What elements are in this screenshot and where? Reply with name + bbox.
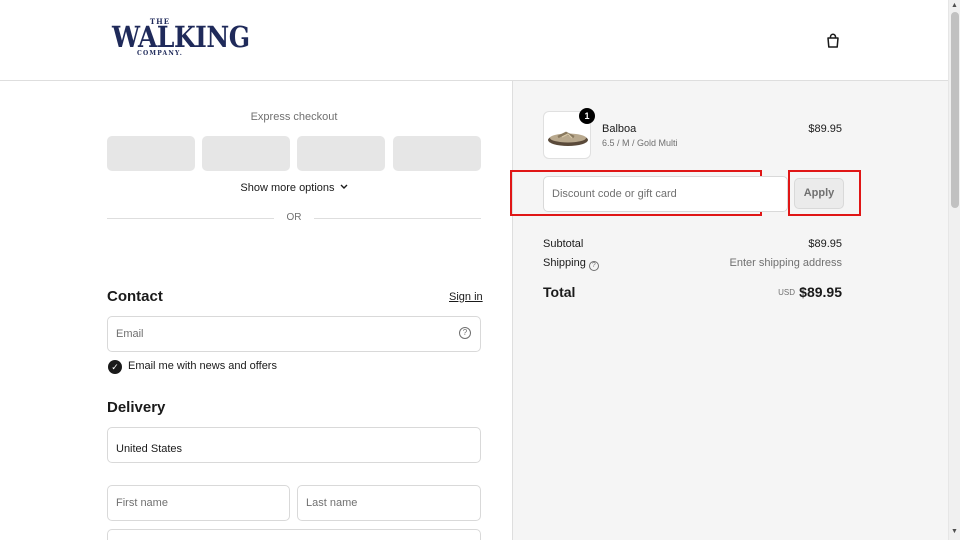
total-label: Total bbox=[543, 284, 576, 300]
delivery-heading: Delivery bbox=[107, 399, 166, 416]
shipping-label: Shipping bbox=[543, 257, 586, 269]
discount-placeholder: Discount code or gift card bbox=[552, 188, 677, 200]
product-variant: 6.5 / M / Gold Multi bbox=[602, 138, 678, 148]
sign-in-link[interactable]: Sign in bbox=[449, 291, 483, 303]
scroll-up-icon[interactable]: ▲ bbox=[951, 2, 958, 9]
subtotal-value: $89.95 bbox=[808, 238, 842, 250]
walking-company-logo[interactable]: THE WALKING COMPANY. bbox=[112, 18, 250, 62]
apply-button[interactable]: Apply bbox=[794, 178, 844, 209]
quantity-badge: 1 bbox=[579, 108, 595, 124]
or-divider: OR bbox=[107, 212, 481, 224]
express-checkout-label: Express checkout bbox=[250, 111, 338, 123]
country-select[interactable]: United States bbox=[107, 427, 481, 463]
shipping-row: Shipping? bbox=[543, 257, 599, 271]
help-icon[interactable]: ? bbox=[459, 327, 471, 339]
first-name-field[interactable]: First name bbox=[107, 485, 290, 521]
discount-code-input[interactable]: Discount code or gift card bbox=[543, 176, 788, 212]
order-summary: 1 Balboa 6.5 / M / Gold Multi $89.95 Dis… bbox=[510, 81, 948, 540]
subtotal-label: Subtotal bbox=[543, 238, 584, 250]
express-pay-button-2[interactable] bbox=[202, 136, 290, 171]
product-name: Balboa bbox=[602, 123, 637, 135]
first-name-placeholder: First name bbox=[116, 497, 168, 509]
logo-walking: WALKING bbox=[112, 20, 250, 55]
question-icon[interactable]: ? bbox=[588, 261, 599, 271]
chevron-down-icon bbox=[340, 184, 348, 189]
shipping-value: Enter shipping address bbox=[729, 257, 842, 269]
newsletter-label: Email me with news and offers bbox=[128, 360, 277, 372]
express-pay-button-3[interactable] bbox=[297, 136, 385, 171]
newsletter-checkbox[interactable]: ✓ bbox=[108, 360, 122, 374]
last-name-placeholder: Last name bbox=[306, 497, 358, 509]
address-field[interactable] bbox=[107, 529, 481, 540]
country-value: United States bbox=[116, 443, 183, 455]
shopping-bag-icon[interactable] bbox=[825, 33, 841, 49]
show-more-label: Show more options bbox=[240, 182, 335, 194]
scrollbar-thumb[interactable] bbox=[951, 12, 959, 208]
currency-code: USD bbox=[778, 288, 795, 297]
header: THE WALKING COMPANY. bbox=[0, 0, 948, 81]
scroll-down-icon[interactable]: ▼ bbox=[951, 528, 958, 535]
express-pay-button-1[interactable] bbox=[107, 136, 195, 171]
checkout-form: Express checkout Show more options OR Co… bbox=[0, 81, 512, 540]
email-placeholder: Email bbox=[116, 328, 144, 340]
express-pay-button-4[interactable] bbox=[393, 136, 481, 171]
product-price: $89.95 bbox=[808, 123, 842, 135]
total-value: $89.95 bbox=[799, 284, 842, 300]
last-name-field[interactable]: Last name bbox=[297, 485, 481, 521]
email-field[interactable]: Email ? bbox=[107, 316, 481, 352]
page-scrollbar[interactable]: ▲ ▼ bbox=[948, 0, 960, 540]
show-more-options-button[interactable]: Show more options bbox=[107, 182, 481, 194]
contact-heading: Contact bbox=[107, 288, 163, 305]
